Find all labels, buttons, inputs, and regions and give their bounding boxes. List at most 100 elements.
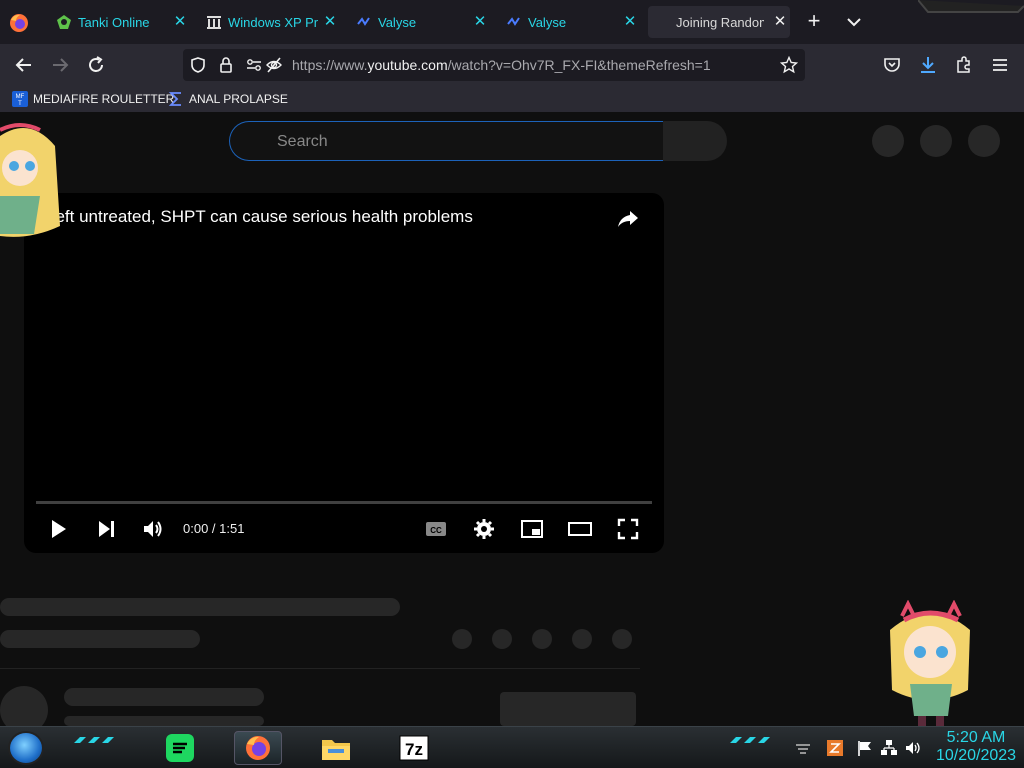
permissions-icon[interactable] [245,56,263,74]
tab-windows-xp[interactable]: Windows XP Pro ✕ [198,6,340,38]
valyse-icon [506,14,522,30]
url-text: https://www.youtube.com/watch?v=Ohv7R_FX… [292,57,711,73]
tab-label: Valyse [528,14,567,30]
skeleton-dot [492,629,512,649]
bookmark-label: MEDIAFIRE ROULETTER [33,92,175,106]
divider [0,668,640,669]
7zip-icon[interactable]: 7z [394,731,434,765]
tracking-protection-shield-icon[interactable] [189,56,207,74]
mediafire-icon: MFT [12,91,28,107]
time-display: 0:00 / 1:51 [183,521,245,536]
search-button[interactable] [663,121,727,161]
action-center-flag-icon[interactable] [856,739,874,757]
extensions-puzzle-icon[interactable] [952,53,976,77]
tab-label: Joining Random [676,14,764,30]
search-box[interactable] [229,121,663,161]
taskbar-decoration [74,737,114,743]
tab-valyse-1[interactable]: Valyse ✕ [348,6,490,38]
close-icon[interactable]: ✕ [772,14,788,30]
archive-icon [206,14,222,30]
bookmark-mediafire-rouletter[interactable]: MF T MEDIAFIRE ROULETTER [12,90,174,108]
skeleton-dot [572,629,592,649]
firefox-icon[interactable] [8,12,30,34]
svg-text:T: T [18,101,22,107]
address-bar[interactable]: https://www.youtube.com/watch?v=Ohv7R_FX… [183,49,805,81]
close-icon[interactable]: ✕ [322,14,338,30]
miniplayer-icon[interactable] [520,517,544,541]
next-icon[interactable] [94,517,118,541]
close-icon[interactable]: ✕ [172,14,188,30]
tab-valyse-2[interactable]: Valyse ✕ [498,6,640,38]
valyse-icon [356,14,372,30]
system-clock[interactable]: 5:20 AM 10/20/2023 [930,729,1022,765]
network-icon[interactable] [880,739,898,757]
video-title: Left untreated, SHPT can cause serious h… [46,207,473,226]
new-tab-button[interactable]: + [803,10,825,32]
menu-hamburger-icon[interactable] [988,53,1012,77]
pocket-icon[interactable] [880,53,904,77]
search-input[interactable] [277,131,637,153]
youtube-page: Left untreated, SHPT can cause serious h… [0,112,1024,726]
skeleton-line [0,630,200,648]
share-arrow-icon[interactable] [616,207,640,231]
start-orb[interactable] [8,731,44,765]
lock-icon[interactable] [217,56,235,74]
reload-icon[interactable] [84,53,108,77]
captions-icon[interactable]: CC [424,517,448,541]
back-arrow-icon[interactable] [12,53,36,77]
downloads-icon[interactable] [916,53,940,77]
svg-text:MF: MF [16,94,25,100]
mascot-sticker-top-left [0,123,60,237]
skeleton-line [64,716,264,726]
sigma-icon [168,92,181,106]
volume-icon[interactable] [141,517,165,541]
clock-date: 10/20/2023 [935,747,1017,764]
clock-time: 5:20 AM [946,729,1006,746]
skeleton-line [0,598,400,616]
skeleton-line [64,688,264,706]
progress-bar[interactable] [36,501,652,504]
7zip-label: 7z [405,740,423,759]
skeleton-dot [612,629,632,649]
tab-label: Tanki Online [78,14,150,30]
tray-app-icon[interactable] [826,739,844,757]
svg-text:CC: CC [430,526,442,535]
tab-label: Valyse [378,14,417,30]
show-hidden-icons-icon[interactable] [794,739,812,757]
tab-label: Windows XP Pro [228,14,318,30]
forward-arrow-icon[interactable] [48,53,72,77]
tab-joining-random[interactable]: Joining Random ✕ [648,6,790,38]
tanki-icon [56,14,72,30]
settings-gear-icon[interactable] [472,517,496,541]
header-placeholder-circle [968,125,1000,157]
bookmark-star-icon[interactable] [780,56,798,74]
bookmark-anal-prolapse[interactable]: ANAL PROLAPSE [168,90,288,108]
list-all-tabs-chevron-icon[interactable] [843,11,865,33]
mascot-sticker-bottom-right [890,600,970,726]
fullscreen-icon[interactable] [616,517,640,541]
bookmarks-toolbar: MF T MEDIAFIRE ROULETTER ANAL PROLAPSE [0,86,1024,112]
firefox-taskbar-icon[interactable] [234,731,282,765]
bookmark-label: ANAL PROLAPSE [189,92,288,106]
navigation-toolbar: https://www.youtube.com/watch?v=Ohv7R_FX… [0,44,1024,86]
skeleton-dot [532,629,552,649]
tab-strip: Tanki Online ✕ Windows XP Pro ✕ Valyse ✕… [0,0,1024,44]
autoplay-blocked-icon[interactable] [265,56,283,74]
skeleton-avatar [0,686,48,726]
skeleton-button [500,692,636,726]
tab-tanki-online[interactable]: Tanki Online ✕ [48,6,190,38]
window-frame-decoration [918,0,1024,13]
close-icon[interactable]: ✕ [472,14,488,30]
file-explorer-icon[interactable] [316,731,356,765]
header-placeholder-circle [920,125,952,157]
play-icon[interactable] [46,517,70,541]
skeleton-dot [452,629,472,649]
theater-mode-icon[interactable] [568,517,592,541]
video-player[interactable]: Left untreated, SHPT can cause serious h… [24,193,664,553]
header-placeholder-circle [872,125,904,157]
close-icon[interactable]: ✕ [622,14,638,30]
taskbar-decoration [730,737,770,743]
taskbar: 7z 5:20 AM 10/20/2023 [0,726,1024,768]
volume-icon[interactable] [904,739,922,757]
spotify-icon[interactable] [160,731,200,765]
